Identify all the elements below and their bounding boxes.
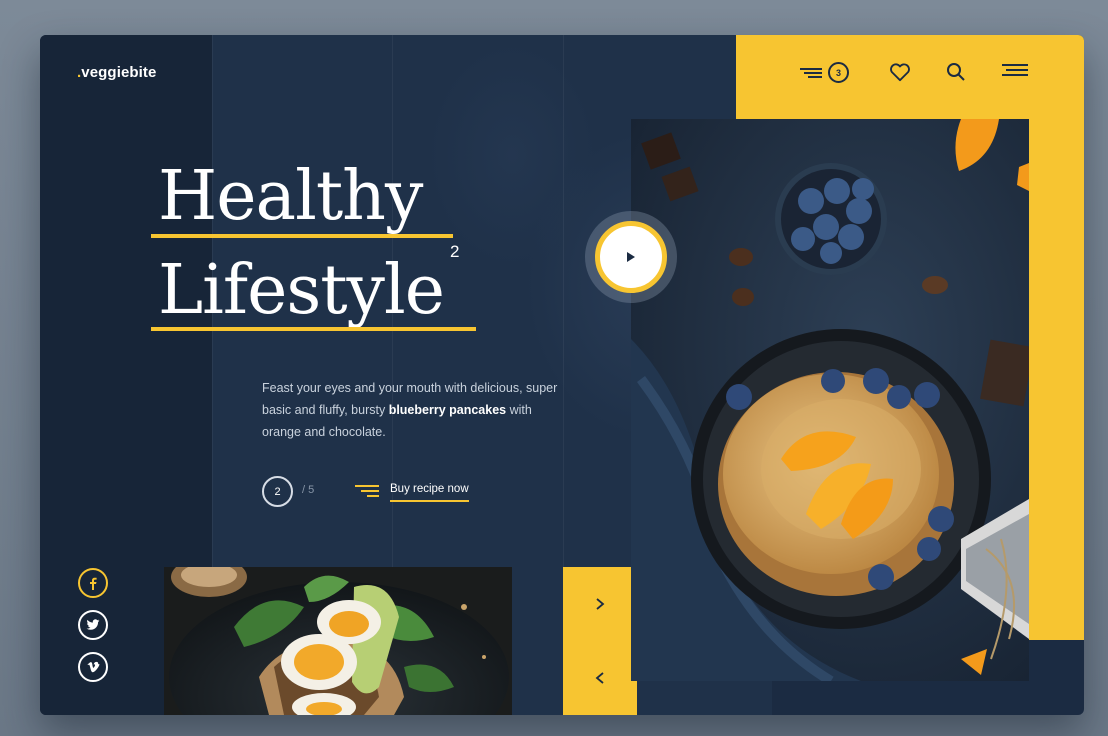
egg-toast-photo <box>164 567 512 715</box>
heart-icon <box>890 63 910 82</box>
slide-counter: 2 <box>262 476 293 507</box>
twitter-icon <box>86 619 100 630</box>
favorites-button[interactable] <box>889 62 911 82</box>
description-highlight: blueberry pancakes <box>388 403 507 417</box>
secondary-food-image <box>164 567 512 715</box>
hero-title-line2: Lifestyle 2 <box>158 243 459 325</box>
pancake-photo <box>631 119 1029 681</box>
buy-recipe-link[interactable]: Buy recipe now <box>390 483 469 502</box>
hero-description: Feast your eyes and your mouth with deli… <box>262 377 562 443</box>
hero-title-text: Lifestyle <box>158 251 445 330</box>
chevron-right-icon <box>596 598 605 610</box>
filter-button[interactable]: 3 <box>798 62 849 83</box>
hero-food-image <box>631 119 1029 681</box>
play-button-inner <box>595 221 667 293</box>
play-icon <box>627 252 635 262</box>
brand-logo[interactable]: .veggiebite <box>77 64 156 81</box>
slide-total: / 5 <box>302 484 315 496</box>
landing-page: .veggiebite 3 Healthy Lifestyle 2 Feast y… <box>40 35 1084 715</box>
search-icon <box>947 63 965 81</box>
facebook-button[interactable] <box>78 568 108 598</box>
buy-lines-icon <box>355 485 379 497</box>
filter-lines-icon <box>800 67 822 78</box>
twitter-button[interactable] <box>78 610 108 640</box>
prev-slide-button[interactable] <box>563 641 637 715</box>
chevron-left-icon <box>595 672 604 684</box>
play-video-button[interactable] <box>585 211 677 303</box>
title-underline <box>151 327 476 331</box>
hero-superscript: 2 <box>449 242 460 262</box>
title-underline <box>151 234 453 238</box>
search-button[interactable] <box>946 62 966 82</box>
logo-text: veggiebite <box>81 64 157 81</box>
vimeo-icon <box>87 661 99 673</box>
menu-icon <box>1002 64 1028 76</box>
hero-title-line1: Healthy <box>158 157 423 236</box>
menu-button[interactable] <box>1000 62 1030 78</box>
facebook-icon <box>90 577 97 590</box>
vimeo-button[interactable] <box>78 652 108 682</box>
next-slide-button[interactable] <box>563 567 637 641</box>
cart-count-badge: 3 <box>828 62 849 83</box>
